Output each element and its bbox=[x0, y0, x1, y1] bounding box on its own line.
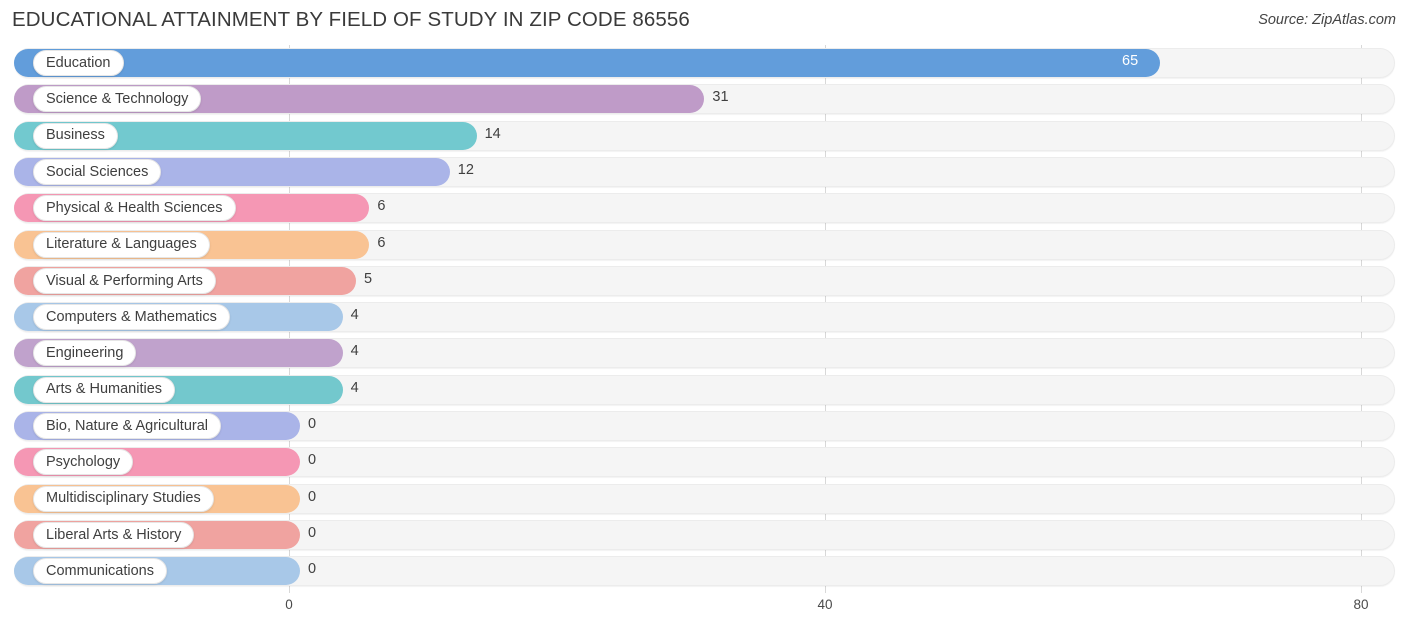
category-label: Arts & Humanities bbox=[46, 381, 163, 398]
bar-value-label: 4 bbox=[350, 379, 359, 396]
category-label: Multidisciplinary Studies bbox=[46, 490, 201, 507]
category-label: Literature & Languages bbox=[46, 236, 197, 253]
category-label-pill: Physical & Health Sciences bbox=[33, 195, 236, 222]
bar-value-label: 14 bbox=[484, 125, 501, 142]
category-label-pill: Education bbox=[33, 50, 124, 76]
category-label-pill: Bio, Nature & Agricultural bbox=[33, 413, 221, 439]
category-label-pill: Computers & Mathematics bbox=[33, 304, 230, 331]
table-row: Liberal Arts & History 0 bbox=[0, 517, 1406, 553]
category-label: Education bbox=[46, 54, 111, 71]
table-row: Literature & Languages 6 bbox=[0, 227, 1406, 263]
category-label-pill: Engineering bbox=[33, 340, 137, 367]
page-title: EDUCATIONAL ATTAINMENT BY FIELD OF STUDY… bbox=[12, 8, 690, 31]
table-row: Social Sciences 12 bbox=[0, 154, 1406, 190]
x-tick-label: 40 bbox=[817, 597, 833, 612]
table-row: Visual & Performing Arts 5 bbox=[0, 263, 1406, 299]
bar-value-label: 31 bbox=[712, 89, 729, 106]
category-label: Science & Technology bbox=[46, 91, 189, 108]
category-label-pill: Social Sciences bbox=[33, 158, 162, 185]
table-row: Psychology 0 bbox=[0, 444, 1406, 480]
category-label-pill: Multidisciplinary Studies bbox=[33, 485, 214, 512]
category-label-pill: Business bbox=[33, 122, 118, 149]
bar-value-label: 4 bbox=[350, 307, 359, 324]
table-row: Education 65 bbox=[0, 45, 1406, 81]
bar-rows: Education 65 Science & Technology 31 Busines… bbox=[0, 45, 1406, 593]
category-label: Psychology bbox=[46, 454, 121, 471]
table-row: Computers & Mathematics 4 bbox=[0, 299, 1406, 335]
x-axis: 0 40 80 bbox=[0, 593, 1406, 631]
table-row: Engineering 4 bbox=[0, 335, 1406, 371]
bar-value-label: 6 bbox=[377, 234, 386, 251]
bar-value-label: 0 bbox=[308, 524, 317, 541]
chart-plot-area: Education 65 Science & Technology 31 Busines… bbox=[0, 45, 1406, 593]
category-label: Business bbox=[46, 127, 105, 144]
bar-value-label: 12 bbox=[457, 161, 474, 178]
table-row: Bio, Nature & Agricultural 0 bbox=[0, 408, 1406, 444]
table-row: Communications 0 bbox=[0, 553, 1406, 589]
table-row: Physical & Health Sciences 6 bbox=[0, 190, 1406, 226]
bar-value-label: 4 bbox=[350, 343, 359, 360]
category-label-pill: Communications bbox=[33, 558, 167, 585]
bar-value-label: 5 bbox=[364, 270, 373, 287]
bar[interactable] bbox=[14, 49, 1160, 77]
category-label: Visual & Performing Arts bbox=[46, 272, 203, 289]
x-tick-label: 0 bbox=[285, 597, 293, 612]
table-row: Arts & Humanities 4 bbox=[0, 372, 1406, 408]
category-label: Computers & Mathematics bbox=[46, 308, 217, 325]
bar-value-label: 65 bbox=[1122, 53, 1139, 69]
category-label: Liberal Arts & History bbox=[46, 526, 182, 543]
table-row: Science & Technology 31 bbox=[0, 81, 1406, 117]
bar-value-label: 0 bbox=[308, 561, 317, 578]
bar-value-label: 0 bbox=[308, 488, 317, 505]
bar-value-label: 0 bbox=[308, 452, 317, 469]
x-tick-label: 80 bbox=[1353, 597, 1369, 612]
category-label: Bio, Nature & Agricultural bbox=[46, 417, 208, 434]
chart-header: EDUCATIONAL ATTAINMENT BY FIELD OF STUDY… bbox=[0, 0, 1406, 45]
category-label: Physical & Health Sciences bbox=[46, 199, 223, 216]
category-label: Engineering bbox=[46, 345, 124, 362]
table-row: Multidisciplinary Studies 0 bbox=[0, 481, 1406, 517]
bar-value-label: 0 bbox=[308, 416, 317, 432]
table-row: Business 14 bbox=[0, 118, 1406, 154]
category-label-pill: Arts & Humanities bbox=[33, 376, 176, 403]
bar-value-label: 6 bbox=[377, 198, 386, 215]
category-label-pill: Visual & Performing Arts bbox=[33, 267, 216, 294]
category-label-pill: Liberal Arts & History bbox=[33, 521, 195, 548]
category-label-pill: Literature & Languages bbox=[33, 231, 210, 258]
category-label: Social Sciences bbox=[46, 163, 149, 180]
category-label: Communications bbox=[46, 562, 154, 579]
source-attribution: Source: ZipAtlas.com bbox=[1258, 12, 1396, 28]
category-label-pill: Science & Technology bbox=[33, 86, 202, 113]
category-label-pill: Psychology bbox=[33, 449, 134, 476]
